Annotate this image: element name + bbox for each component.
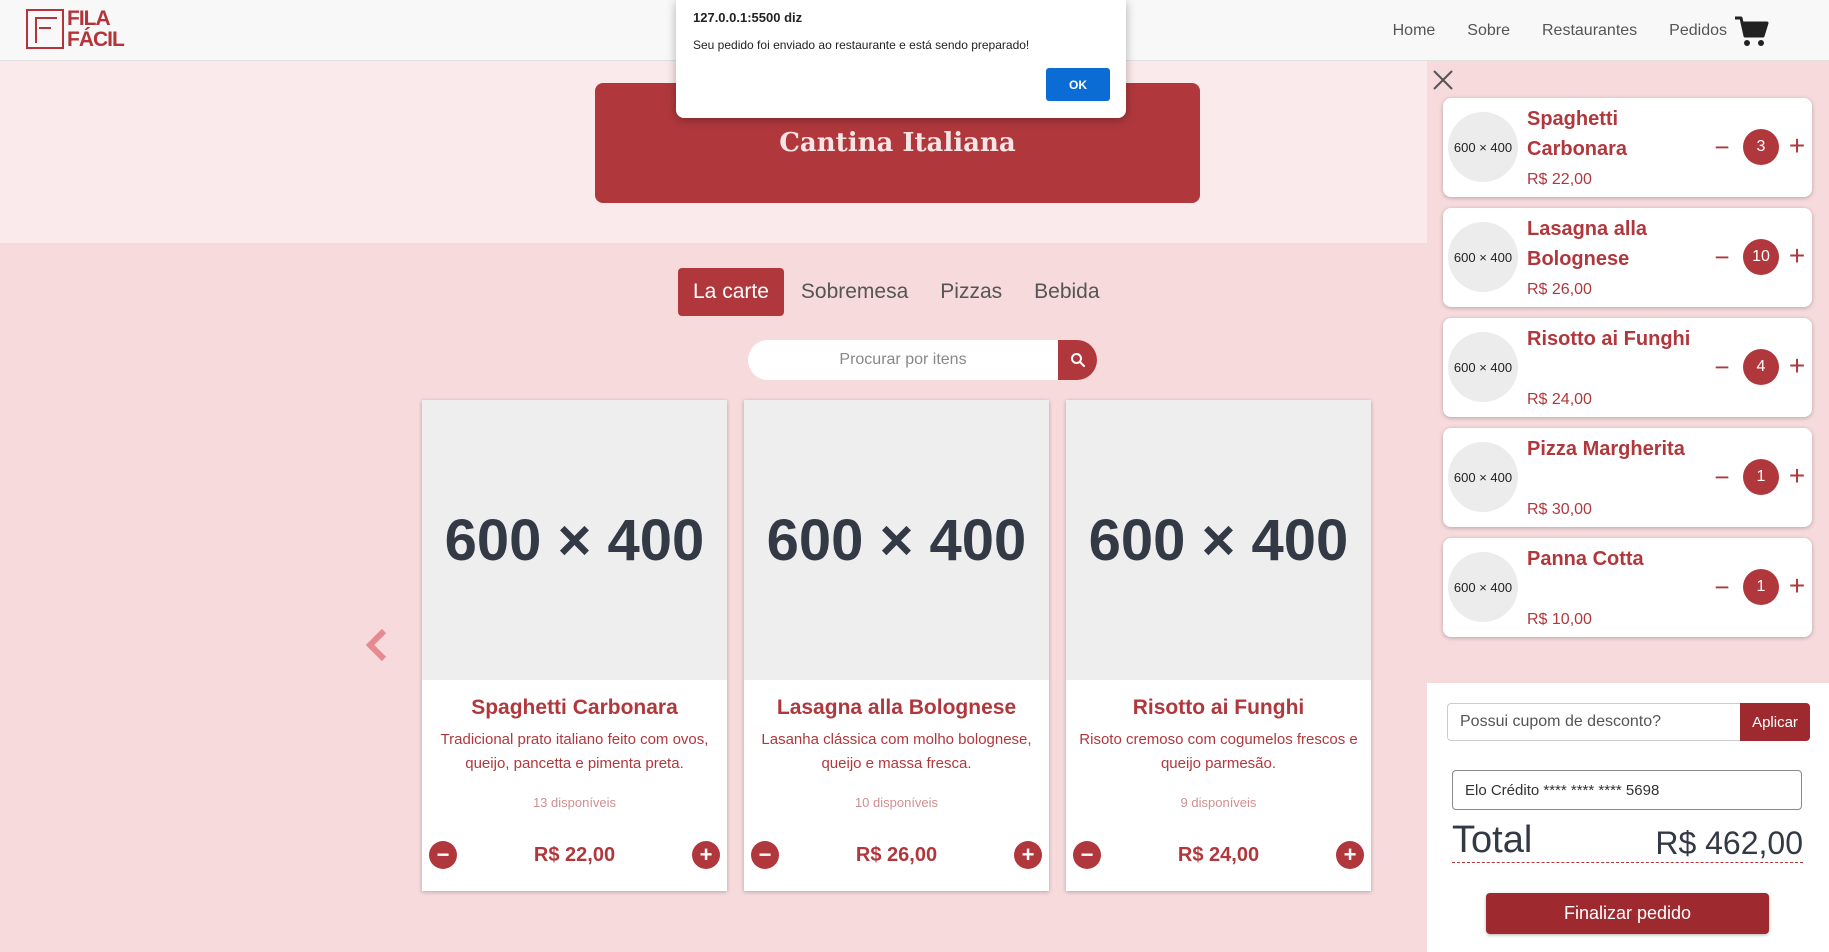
cart-item-name: Lasagna alla Bolognese xyxy=(1527,218,1648,270)
order-summary: Aplicar Elo Crédito **** **** **** 5698 … xyxy=(1427,683,1829,952)
cart-item-quantity: 4 xyxy=(1743,349,1779,385)
product-footer: − R$ 24,00 + xyxy=(1066,841,1371,869)
cart-item-price: R$ 26,00 xyxy=(1527,281,1592,298)
search-bar xyxy=(748,340,1097,380)
nav-orders[interactable]: Pedidos xyxy=(1669,22,1727,40)
brand-line-1: FILA xyxy=(67,7,111,30)
product-price: R$ 22,00 xyxy=(533,844,616,866)
brand-line-2: FÁCIL xyxy=(67,28,125,51)
product-price: R$ 26,00 xyxy=(855,844,938,866)
close-icon[interactable] xyxy=(1429,66,1457,94)
nav-home[interactable]: Home xyxy=(1393,22,1436,40)
product-description: Risoto cremoso com cogumelos frescos e q… xyxy=(1079,731,1358,772)
cart-increase-button[interactable]: + xyxy=(1787,572,1807,600)
total-row: Total R$ 462,00 xyxy=(1452,819,1803,863)
product-price: R$ 24,00 xyxy=(1177,844,1260,866)
alert-dialog: 127.0.0.1:5500 diz Seu pedido foi enviad… xyxy=(676,0,1126,118)
cart-item: 600 × 400 Lasagna alla Bolognese R$ 26,0… xyxy=(1443,208,1812,307)
product-image: 600 × 400 xyxy=(1066,400,1371,680)
product-card: 600 × 400 Spaghetti Carbonara Tradiciona… xyxy=(422,400,727,891)
increase-button[interactable]: + xyxy=(1014,841,1042,869)
product-stock: 9 disponíveis xyxy=(1180,795,1257,810)
decrease-button[interactable]: − xyxy=(1073,841,1101,869)
cart-item-quantity: 1 xyxy=(1743,459,1779,495)
brand-logo[interactable]: FILA FÁCIL xyxy=(26,7,125,51)
increase-button[interactable]: + xyxy=(1336,841,1364,869)
cart-item-price: R$ 10,00 xyxy=(1527,611,1592,628)
search-icon xyxy=(1070,353,1085,367)
cart-item-price: R$ 22,00 xyxy=(1527,171,1592,188)
checkout-button[interactable]: Finalizar pedido xyxy=(1486,893,1769,934)
alert-title: 127.0.0.1:5500 diz xyxy=(693,10,803,25)
product-name: Risotto ai Funghi xyxy=(1132,696,1305,719)
cart-decrease-button[interactable]: − xyxy=(1713,354,1731,380)
increase-button[interactable]: + xyxy=(692,841,720,869)
cart-decrease-button[interactable]: − xyxy=(1713,574,1731,600)
cart-item-quantity: 10 xyxy=(1743,239,1779,275)
cart-decrease-button[interactable]: − xyxy=(1713,464,1731,490)
coupon-form: Aplicar xyxy=(1447,703,1810,741)
search-input[interactable] xyxy=(748,340,1058,380)
product-description: Lasanha clássica com molho bolognese, qu… xyxy=(761,731,1032,772)
payment-method-select[interactable]: Elo Crédito **** **** **** 5698 xyxy=(1452,770,1802,810)
cart-item-thumbnail: 600 × 400 xyxy=(1448,222,1518,292)
cart-increase-button[interactable]: + xyxy=(1787,462,1807,490)
menu-tabs: La carte Sobremesa Pizzas Bebida xyxy=(678,268,1117,316)
cart-increase-button[interactable]: + xyxy=(1787,132,1807,160)
cart-item-thumbnail: 600 × 400 xyxy=(1448,552,1518,622)
nav-about[interactable]: Sobre xyxy=(1467,22,1510,40)
product-image: 600 × 400 xyxy=(422,400,727,680)
cart-item-price: R$ 24,00 xyxy=(1527,391,1592,408)
coupon-input[interactable] xyxy=(1447,703,1740,741)
logo-mark-icon xyxy=(26,9,64,49)
cart-increase-button[interactable]: + xyxy=(1787,352,1807,380)
cart-item: 600 × 400 Spaghetti Carbonara R$ 22,00 −… xyxy=(1443,98,1812,197)
cart-item: 600 × 400 Pizza Margherita R$ 30,00 − 1 … xyxy=(1443,428,1812,527)
cart-item-thumbnail: 600 × 400 xyxy=(1448,112,1518,182)
nav-links: Home Sobre Restaurantes Pedidos xyxy=(1393,0,1829,61)
total-label: Total xyxy=(1452,819,1533,861)
tab-la-carte[interactable]: La carte xyxy=(678,268,784,316)
cart-item: 600 × 400 Risotto ai Funghi R$ 24,00 − 4… xyxy=(1443,318,1812,417)
tab-sobremesa[interactable]: Sobremesa xyxy=(786,268,923,316)
cart-item-quantity: 1 xyxy=(1743,569,1779,605)
product-card: 600 × 400 Risotto ai Funghi Risoto cremo… xyxy=(1066,400,1371,891)
product-stock: 13 disponíveis xyxy=(532,795,617,810)
product-stock: 10 disponíveis xyxy=(854,795,939,810)
cart-decrease-button[interactable]: − xyxy=(1713,244,1731,270)
product-card: 600 × 400 Lasagna alla Bolognese Lasanha… xyxy=(744,400,1049,891)
product-description: Tradicional prato italiano feito com ovo… xyxy=(440,731,709,772)
cart-item-price: R$ 30,00 xyxy=(1527,501,1592,518)
cart-item-quantity: 3 xyxy=(1743,129,1779,165)
cart-increase-button[interactable]: + xyxy=(1787,242,1807,270)
shopping-cart-icon[interactable] xyxy=(1733,13,1769,49)
product-footer: − R$ 26,00 + xyxy=(744,841,1049,869)
alert-message: Seu pedido foi enviado ao restaurante e … xyxy=(693,38,1030,52)
cart-decrease-button[interactable]: − xyxy=(1713,134,1731,160)
decrease-button[interactable]: − xyxy=(429,841,457,869)
tab-pizzas[interactable]: Pizzas xyxy=(925,268,1017,316)
decrease-button[interactable]: − xyxy=(751,841,779,869)
product-footer: − R$ 22,00 + xyxy=(422,841,727,869)
cart-item-thumbnail: 600 × 400 xyxy=(1448,332,1518,402)
nav-restaurants[interactable]: Restaurantes xyxy=(1542,22,1637,40)
total-value: R$ 462,00 xyxy=(1655,825,1803,861)
product-name: Lasagna alla Bolognese xyxy=(776,696,1017,719)
apply-coupon-button[interactable]: Aplicar xyxy=(1740,703,1810,741)
search-button[interactable] xyxy=(1058,340,1097,380)
cart-item: 600 × 400 Panna Cotta R$ 10,00 − 1 + xyxy=(1443,538,1812,637)
cart-item-name: Risotto ai Funghi xyxy=(1527,328,1691,350)
cart-item-name: Pizza Margherita xyxy=(1527,438,1685,460)
restaurant-title: Cantina Italiana xyxy=(779,128,1016,158)
alert-ok-button[interactable]: OK xyxy=(1046,68,1110,101)
cart-item-name: Spaghetti Carbonara xyxy=(1527,108,1628,160)
cart-item-thumbnail: 600 × 400 xyxy=(1448,442,1518,512)
cart-item-name: Panna Cotta xyxy=(1527,548,1644,570)
chevron-left-icon[interactable] xyxy=(362,627,392,663)
product-image: 600 × 400 xyxy=(744,400,1049,680)
product-name: Spaghetti Carbonara xyxy=(471,696,678,719)
tab-bebida[interactable]: Bebida xyxy=(1019,268,1114,316)
